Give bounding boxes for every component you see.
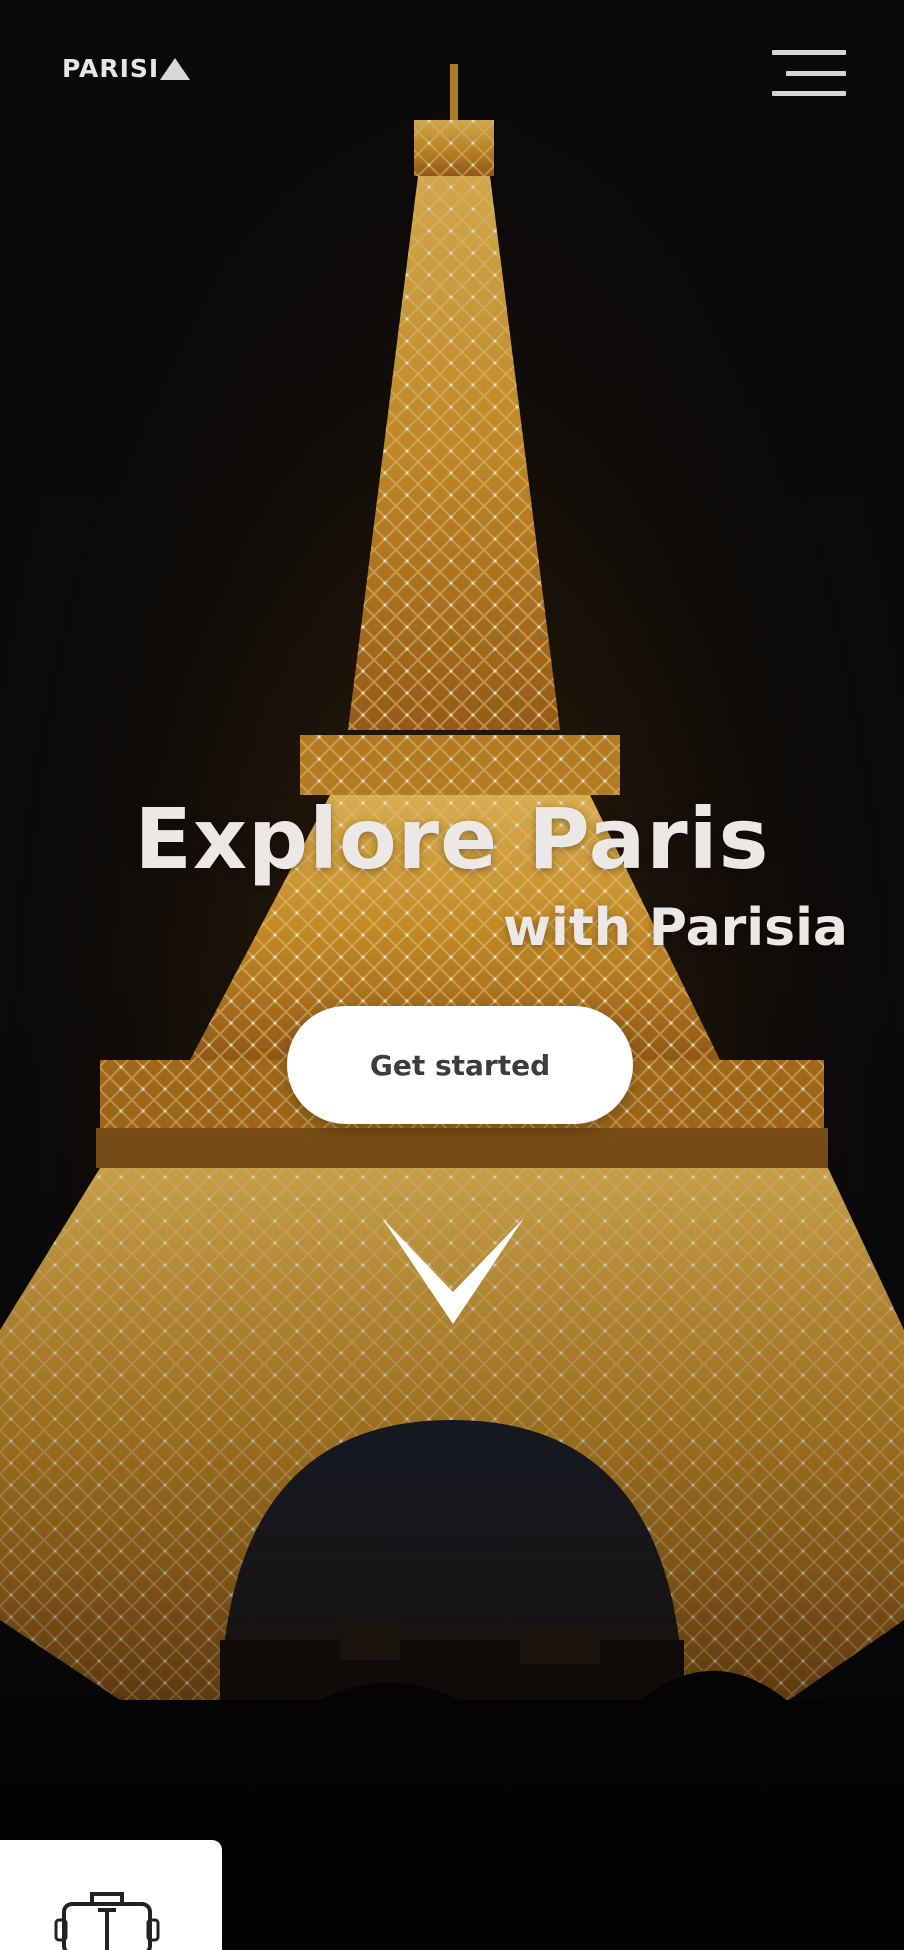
brand-logo[interactable]: PARISI [62, 54, 191, 83]
triangle-icon [160, 57, 191, 80]
dark-overlay [0, 0, 904, 1950]
bottom-card[interactable] [0, 1840, 222, 1950]
landing-page: PARISI Explore Paris with Parisia Get st… [0, 0, 904, 1950]
menu-line-bottom [772, 91, 846, 96]
get-started-button[interactable]: Get started [287, 1006, 633, 1124]
menu-line-top [772, 50, 846, 55]
menu-line-middle [786, 70, 846, 76]
hero-subtitle: with Parisia [503, 898, 848, 958]
luggage-icon [54, 1892, 160, 1950]
brand-name: PARISI [62, 54, 160, 83]
chevron-down-icon[interactable] [378, 1212, 528, 1332]
hero-title: Explore Paris [134, 790, 770, 888]
hamburger-menu-icon[interactable] [772, 50, 846, 96]
